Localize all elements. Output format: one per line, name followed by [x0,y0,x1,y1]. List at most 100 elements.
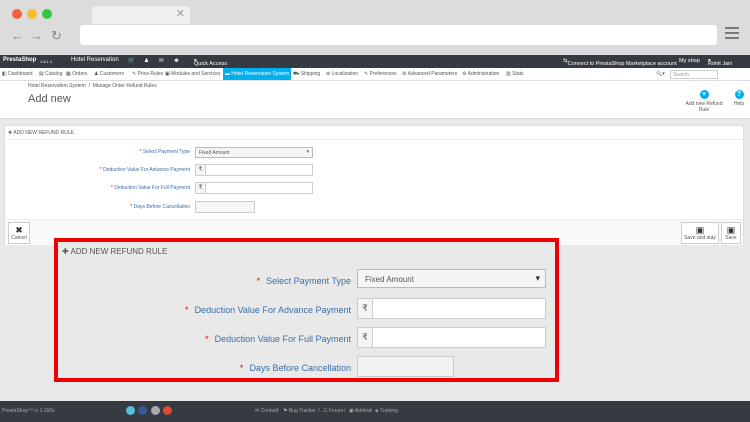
breadcrumb-hotel-reservation[interactable]: Hotel Reservation System [28,83,86,89]
close-tab-icon[interactable]: ✕ [176,7,185,20]
search-input[interactable]: Search [670,70,718,79]
save-and-stay-button[interactable]: ▣ Save and stay [681,222,719,244]
back-arrow-icon[interactable]: ← [11,28,24,43]
facebook-icon[interactable] [138,406,147,415]
zoomed-payment-type-row: * Select Payment Type [58,273,351,289]
payment-type-select[interactable]: Fixed Amount ▾ [195,147,313,158]
menu-item-customers[interactable]: ♟ Customers [94,71,124,77]
cancel-label: Cancel [11,235,27,241]
currency-addon: ₹ [196,183,206,193]
menu-item-orders[interactable]: ▦ Orders [66,71,87,77]
menu-item-dashboard[interactable]: ◧ Dashboard [2,71,33,77]
menu-label: Customers [99,71,125,77]
zoomed-full-row: * Deduction Value For Full Payment [58,331,351,347]
close-icon: ✖ [15,225,23,235]
menu-item-shipping[interactable]: ⛟ Shipping [293,71,320,78]
browser-tab[interactable]: ✕ [92,6,190,24]
footer-training-link[interactable]: ◈ Training [375,408,398,414]
trophy-icon[interactable]: ♚ [174,58,179,64]
address-bar[interactable] [80,25,717,45]
search-scope-dropdown[interactable]: 🔍▾ [656,71,665,77]
zoomed-days-label: * Days Before Cancellation [240,363,351,373]
plus-circle-icon: + [699,90,709,99]
zoomed-days-row: * Days Before Cancellation [58,360,351,376]
menu-item-modules[interactable]: ▣ Modules and Services [165,71,220,77]
label-text: Deduction Value For Advance Payment [194,305,351,315]
zoomed-advance-input[interactable]: ₹ [357,298,546,319]
forward-arrow-icon[interactable]: → [30,28,43,43]
label-text: Select Payment Type [142,149,190,155]
mail-icon[interactable]: ✉ [159,58,164,64]
save-icon: ▣ [695,225,705,235]
footer-addons-link[interactable]: ▣ Addons [349,408,372,414]
menu-label: Catalog [45,71,63,77]
user-name: Rohit Jain [708,61,733,67]
breadcrumb: Hotel Reservation System / Manage Order … [28,83,157,89]
advance-deduction-input[interactable]: ₹ [195,164,313,176]
shop-name[interactable]: Hotel Reservation [71,57,119,63]
label-text: Deduction Value For Advance Payment [103,167,190,173]
chevron-down-icon: ▾ [535,273,540,283]
currency-addon: ₹ [196,165,206,175]
github-icon[interactable] [151,406,160,415]
payment-type-value: Fixed Amount [199,150,230,156]
connect-marketplace-link[interactable]: ⇆ Connect to PrestaShop Marketplace acco… [563,58,677,67]
user-menu[interactable]: Rohit Jain ▾ [708,58,732,67]
zoomed-payment-type-label: * Select Payment Type [257,276,351,286]
zoomed-payment-type-select[interactable]: Fixed Amount ▾ [357,269,546,288]
menu-item-advanced-parameters[interactable]: ⚙ Advanced Parameters [402,71,457,77]
footer-forum-link[interactable]: ☷ Forum [323,408,343,414]
menu-item-catalog[interactable]: ▤ Catalog [39,71,62,77]
footer-contact-link[interactable]: ✉ Contact [255,408,278,414]
plus-icon: ✚ [8,130,13,136]
plus-icon: ✚ [62,247,69,256]
currency-addon: ₹ [358,328,373,347]
zoomed-days-input[interactable] [357,356,454,377]
required-mark: * [139,149,142,155]
reload-icon[interactable]: ↻ [51,28,62,44]
admin-topbar: PrestaShop 1.6.1.1 Hotel Reservation 🛒 ♟… [0,55,750,68]
menu-item-price-rules[interactable]: ✎ Price Rules [132,71,163,77]
my-shop-link[interactable]: My shop [679,58,700,64]
required-mark: * [256,276,261,286]
add-refund-rule-button[interactable]: + Add new Refund Rule [680,90,728,113]
menu-item-preferences[interactable]: ✎ Preferences [364,71,397,77]
payment-type-row: * Select Payment Type [5,147,191,158]
footer-time: ⊙ 1.160s [34,408,55,414]
link-text: Contact [260,408,278,414]
cancel-button[interactable]: ✖ Cancel [8,222,30,244]
help-button[interactable]: ? Help [731,90,747,107]
cart-icon[interactable]: 🛒 [128,58,135,64]
footer-bug-tracker-link[interactable]: ⚑ Bug Tracker [283,408,316,414]
menu-label: Stats [512,71,524,77]
required-mark: * [185,305,189,315]
close-window-dot[interactable] [12,9,22,19]
days-before-input[interactable] [195,201,255,213]
required-mark: * [205,334,209,344]
menu-item-localization[interactable]: ⊕ Localization [326,71,358,77]
save-button[interactable]: ▣ Save [721,222,741,244]
menu-item-hotel-reservation[interactable]: ▬ Hotel Reservation System [223,68,292,80]
twitter-icon[interactable] [126,406,135,415]
user-icon[interactable]: ♟ [144,58,149,64]
link-text: Training [380,408,399,414]
menu-label: Shipping [300,71,321,77]
breadcrumb-refund-rules[interactable]: Manage Order Refund Rules [93,83,157,89]
zoomed-heading: ✚ ADD NEW REFUND RULE [62,247,167,256]
prestashop-logo[interactable]: PrestaShop [3,57,36,63]
quick-access-menu[interactable]: Quick Access ▾ [194,58,227,67]
menu-item-stats[interactable]: ▥ Stats [506,71,524,77]
panel-heading: ✚ ADD NEW REFUND RULE [8,130,74,136]
full-deduction-input[interactable]: ₹ [195,182,313,194]
zoomed-full-input[interactable]: ₹ [357,327,546,348]
required-mark: * [239,363,244,373]
maximize-window-dot[interactable] [42,9,52,19]
minimize-window-dot[interactable] [27,9,37,19]
menu-label: Dashboard [8,71,33,77]
required-mark: * [110,185,113,191]
zoomed-advance-row: * Deduction Value For Advance Payment [58,302,351,318]
menu-label: Orders [72,71,88,77]
google-plus-icon[interactable] [163,406,172,415]
menu-item-administration[interactable]: ⚙ Administration [462,71,499,77]
browser-menu-icon[interactable] [725,27,739,42]
